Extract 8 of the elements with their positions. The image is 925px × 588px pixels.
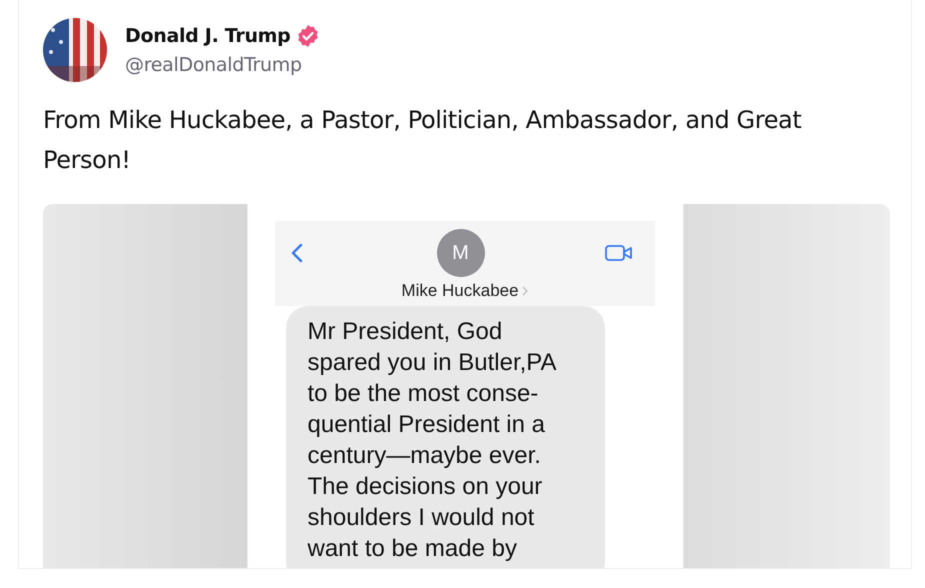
chevron-icon xyxy=(522,286,528,296)
back-icon[interactable] xyxy=(290,243,302,263)
post-text: From Mike Huckabee, a Pastor, Politician, Ambassador, and Great Person! xyxy=(43,105,802,176)
author-name[interactable]: Donald J. Trump xyxy=(125,25,290,47)
video-camera-icon[interactable] xyxy=(604,244,632,262)
message-bubble: Mr President, God spared you in Butler,PA to be the most conse- quential President in a century—maybe ever. The decisions on your shoulders I would not want to be made by xyxy=(286,306,604,568)
author-handle[interactable]: @realDonaldTrump xyxy=(125,54,320,76)
contact-name[interactable]: Mike Huckabee xyxy=(401,281,519,301)
